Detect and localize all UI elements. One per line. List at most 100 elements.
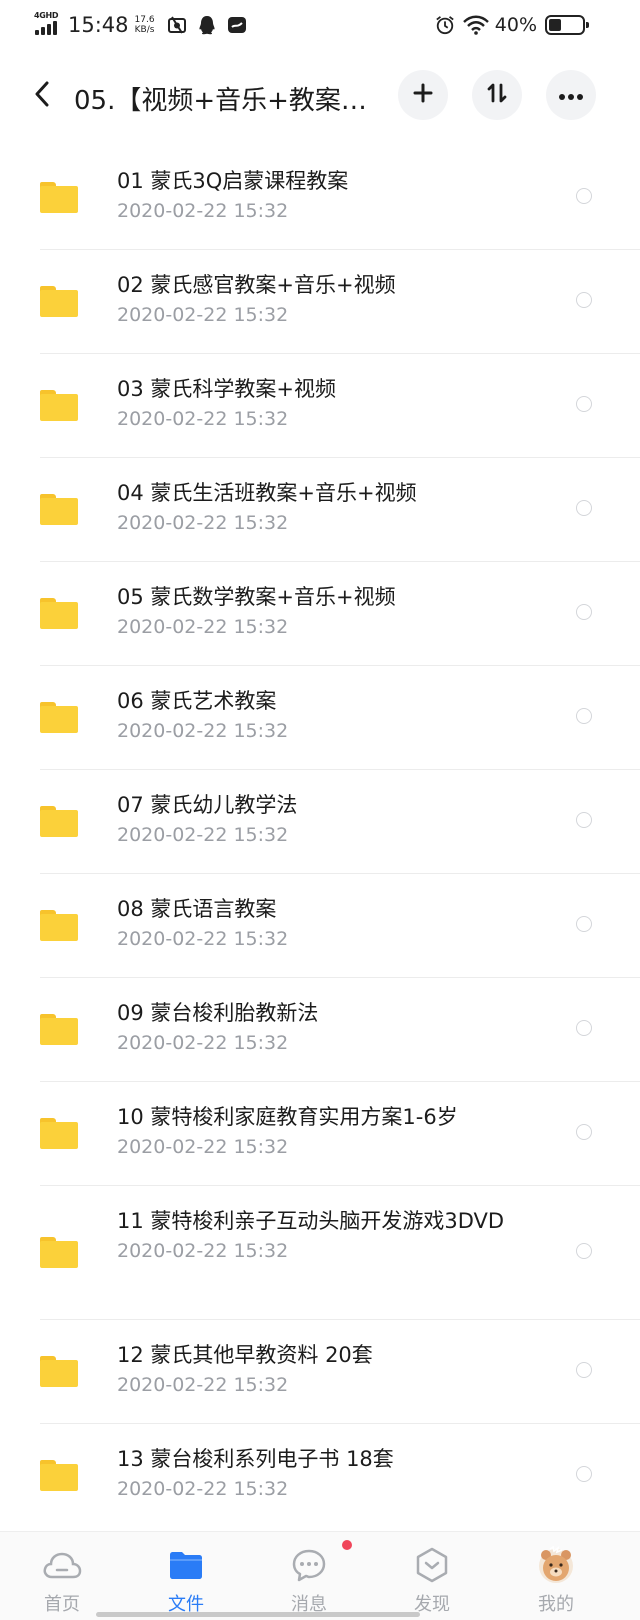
select-checkbox[interactable] [576, 1020, 592, 1036]
battery-percent: 40% [494, 14, 537, 36]
folder-date: 2020-02-22 15:32 [117, 616, 289, 638]
folder-name: 05 蒙氏数学教案+音乐+视频 [117, 585, 396, 609]
folder-icon [40, 1118, 78, 1149]
folder-row[interactable]: 10 蒙特梭利家庭教育实用方案1-6岁 2020-02-22 15:32 [0, 1082, 640, 1186]
folder-row[interactable]: 07 蒙氏幼儿教学法 2020-02-22 15:32 [0, 770, 640, 874]
message-notification-icon [227, 15, 247, 35]
folder-row[interactable]: 06 蒙氏艺术教案 2020-02-22 15:32 [0, 666, 640, 770]
folder-date: 2020-02-22 15:32 [117, 1032, 289, 1054]
nav-label: 我的 [538, 1594, 574, 1615]
sort-icon [486, 82, 508, 108]
folder-icon [40, 910, 78, 941]
select-checkbox[interactable] [576, 1243, 592, 1259]
select-checkbox[interactable] [576, 1466, 592, 1482]
more-button[interactable] [546, 70, 596, 120]
select-checkbox[interactable] [576, 292, 592, 308]
wifi-icon [462, 15, 489, 35]
folder-name: 08 蒙氏语言教案 [117, 897, 277, 921]
header-bar: 05.【视频+音乐+教案… [0, 66, 640, 128]
select-checkbox[interactable] [576, 708, 592, 724]
folder-name: 04 蒙氏生活班教案+音乐+视频 [117, 481, 417, 505]
alarm-icon [435, 15, 455, 35]
battery-level [549, 19, 561, 31]
tab-home[interactable]: 首页 [17, 1532, 107, 1620]
folder-name: 11 蒙特梭利亲子互动头脑开发游戏3DVD [117, 1209, 505, 1233]
qq-notification-icon [197, 15, 217, 35]
folder-icon [40, 494, 78, 525]
select-checkbox[interactable] [576, 396, 592, 412]
folder-date: 2020-02-22 15:32 [117, 200, 289, 222]
folder-date: 2020-02-22 15:32 [117, 824, 289, 846]
select-checkbox[interactable] [576, 812, 592, 828]
folder-date: 2020-02-22 15:32 [117, 1374, 289, 1396]
select-checkbox[interactable] [576, 188, 592, 204]
folder-row[interactable]: 09 蒙台梭利胎教新法 2020-02-22 15:32 [0, 978, 640, 1082]
folder-icon [40, 1356, 78, 1387]
signal-icon: 4GHD [34, 11, 62, 37]
folder-row[interactable]: 01 蒙氏3Q启蒙课程教案 2020-02-22 15:32 [0, 146, 640, 250]
folder-name: 02 蒙氏感官教案+音乐+视频 [117, 273, 396, 297]
folder-icon [40, 806, 78, 837]
clock: 15:48 [68, 13, 129, 37]
folder-icon [166, 1546, 206, 1584]
folder-name: 01 蒙氏3Q启蒙课程教案 [117, 169, 349, 193]
tab-files[interactable]: 文件 [141, 1532, 231, 1620]
folder-icon [40, 390, 78, 421]
folder-icon [40, 182, 78, 213]
network-type: 4GHD [34, 11, 59, 20]
screenshot-notification-icon [167, 15, 187, 35]
select-checkbox[interactable] [576, 604, 592, 620]
folder-row[interactable]: 12 蒙氏其他早教资料 20套 2020-02-22 15:32 [0, 1320, 640, 1424]
folder-row[interactable]: 11 蒙特梭利亲子互动头脑开发游戏3DVD 2020-02-22 15:32 [0, 1186, 640, 1320]
tab-me[interactable]: 我的 [511, 1532, 601, 1620]
folder-date: 2020-02-22 15:32 [117, 1240, 289, 1262]
bottom-nav: 首页 文件 消息 发现 我的 [0, 1531, 640, 1620]
plus-icon [413, 83, 433, 107]
select-checkbox[interactable] [576, 1362, 592, 1378]
folder-name: 06 蒙氏艺术教案 [117, 689, 277, 713]
folder-row[interactable]: 13 蒙台梭利系列电子书 18套 2020-02-22 15:32 [0, 1424, 640, 1528]
notification-badge [342, 1540, 352, 1550]
folder-row[interactable]: 03 蒙氏科学教案+视频 2020-02-22 15:32 [0, 354, 640, 458]
folder-date: 2020-02-22 15:32 [117, 928, 289, 950]
folder-icon [40, 702, 78, 733]
page-title: 05.【视频+音乐+教案… [74, 86, 367, 116]
battery-icon [545, 15, 589, 35]
select-checkbox[interactable] [576, 1124, 592, 1140]
folder-date: 2020-02-22 15:32 [117, 304, 289, 326]
folder-icon [40, 1237, 78, 1268]
folder-date: 2020-02-22 15:32 [117, 1478, 289, 1500]
folder-icon [40, 1460, 78, 1491]
folder-date: 2020-02-22 15:32 [117, 408, 289, 430]
folder-row[interactable]: 08 蒙氏语言教案 2020-02-22 15:32 [0, 874, 640, 978]
folder-date: 2020-02-22 15:32 [117, 1136, 289, 1158]
file-list: 01 蒙氏3Q启蒙课程教案 2020-02-22 15:32 02 蒙氏感官教案+… [0, 146, 640, 1528]
tab-discover[interactable]: 发现 [387, 1532, 477, 1620]
add-button[interactable] [398, 70, 448, 120]
folder-date: 2020-02-22 15:32 [117, 512, 289, 534]
folder-icon [40, 286, 78, 317]
cloud-icon [42, 1546, 82, 1584]
sort-button[interactable] [472, 70, 522, 120]
tab-messages[interactable]: 消息 [264, 1532, 354, 1620]
folder-row[interactable]: 05 蒙氏数学教案+音乐+视频 2020-02-22 15:32 [0, 562, 640, 666]
folder-date: 2020-02-22 15:32 [117, 720, 289, 742]
hexagon-icon [412, 1546, 452, 1584]
folder-name: 03 蒙氏科学教案+视频 [117, 377, 336, 401]
back-icon [34, 81, 50, 111]
chat-bubble-icon [289, 1546, 329, 1584]
folder-icon [40, 1014, 78, 1045]
more-icon [558, 86, 584, 105]
folder-row[interactable]: 02 蒙氏感官教案+音乐+视频 2020-02-22 15:32 [0, 250, 640, 354]
select-checkbox[interactable] [576, 916, 592, 932]
folder-icon [40, 598, 78, 629]
folder-name: 12 蒙氏其他早教资料 20套 [117, 1343, 373, 1367]
network-speed: 17.6 KB/s [134, 15, 155, 35]
home-indicator[interactable] [96, 1612, 420, 1617]
folder-row[interactable]: 04 蒙氏生活班教案+音乐+视频 2020-02-22 15:32 [0, 458, 640, 562]
back-button[interactable] [24, 78, 60, 114]
folder-name: 10 蒙特梭利家庭教育实用方案1-6岁 [117, 1105, 458, 1129]
select-checkbox[interactable] [576, 500, 592, 516]
nav-label: 首页 [44, 1594, 80, 1615]
status-bar: 4GHD 15:48 17.6 KB/s 40% [0, 0, 640, 50]
